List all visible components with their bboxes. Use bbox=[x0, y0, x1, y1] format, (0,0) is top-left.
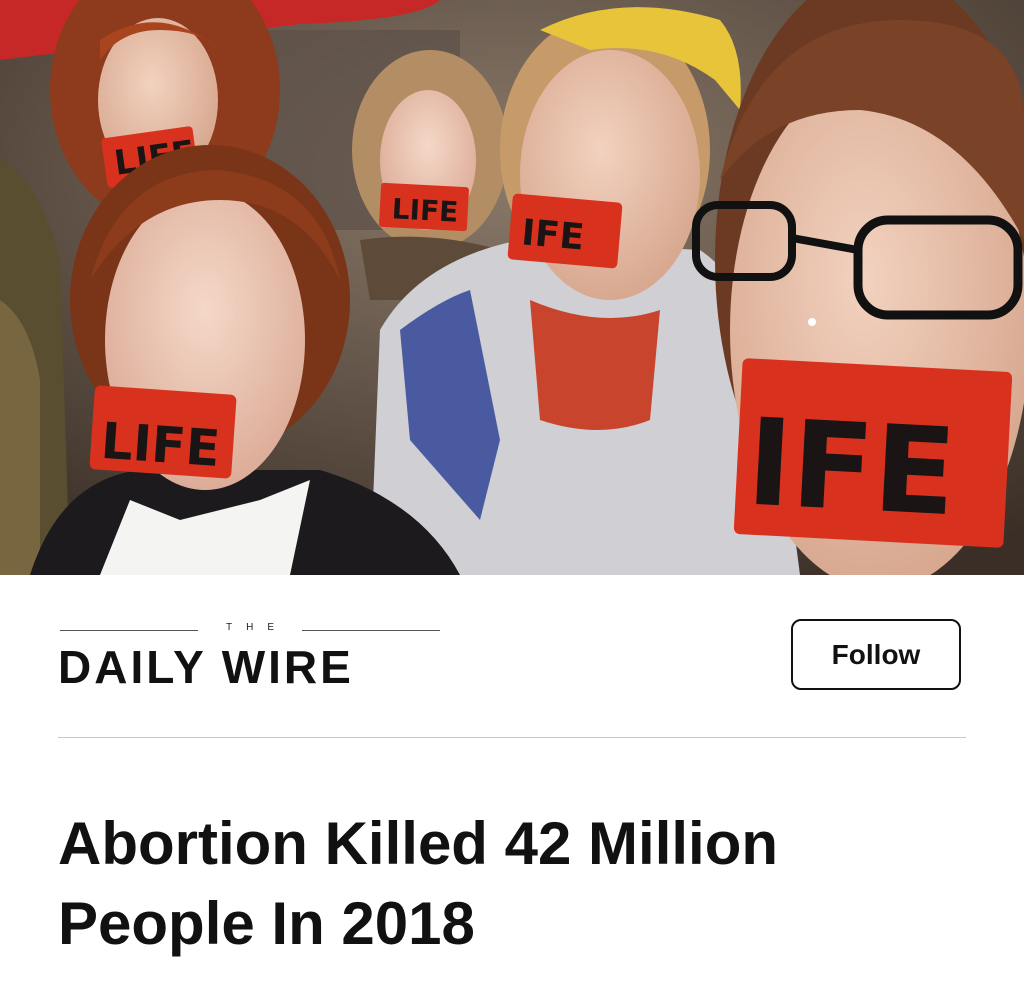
protest-photo: LIFE LIFE IFE LIFE bbox=[0, 0, 1024, 575]
tape-label-4: IFE bbox=[520, 212, 586, 258]
publisher-logo[interactable]: THE DAILY WIRE bbox=[58, 620, 442, 693]
divider bbox=[58, 737, 966, 738]
tape-label-3: LIFE bbox=[99, 412, 222, 478]
follow-button[interactable]: Follow bbox=[791, 619, 961, 690]
article-hero-image[interactable]: LIFE LIFE IFE LIFE bbox=[0, 0, 1024, 575]
publisher-the-row: THE bbox=[58, 620, 442, 640]
tape-label-2: LIFE bbox=[391, 192, 459, 228]
logo-rule-right bbox=[302, 630, 440, 631]
publisher-name: DAILY WIRE bbox=[58, 641, 354, 693]
article-headline[interactable]: Abortion Killed 42 Million People In 201… bbox=[58, 804, 978, 964]
article-card: LIFE LIFE IFE LIFE bbox=[0, 0, 1024, 998]
publisher-the: THE bbox=[226, 622, 288, 633]
tape-label-5: IFE bbox=[744, 394, 960, 544]
